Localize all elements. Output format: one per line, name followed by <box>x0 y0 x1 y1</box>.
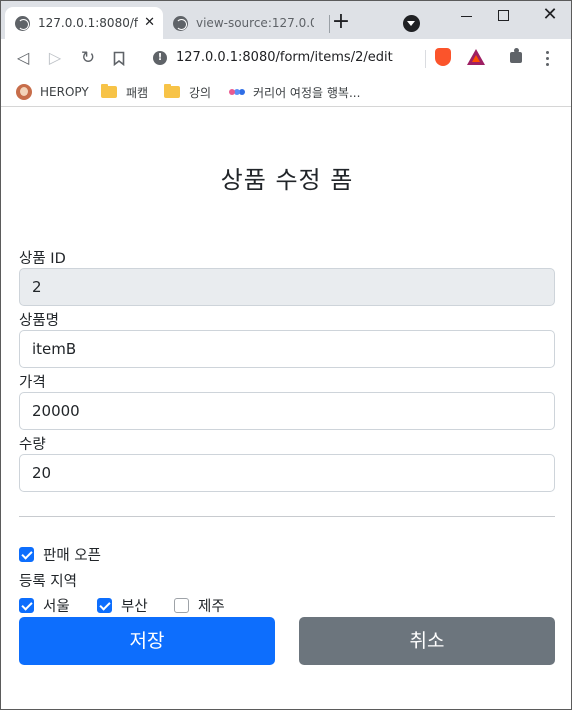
item-name-field[interactable]: itemB <box>19 330 555 368</box>
open-checkbox-label: 판매 오픈 <box>43 548 101 564</box>
tab-edit-form[interactable]: 127.0.0.1:8080/form ✕ <box>5 7 163 39</box>
toolbar-separator <box>425 50 426 68</box>
back-icon[interactable]: ◁ <box>13 48 33 68</box>
quantity-field[interactable]: 20 <box>19 454 555 492</box>
price-label: 가격 <box>19 375 46 391</box>
bookmark-folder-lecture[interactable]: 강의 <box>164 82 211 102</box>
bookmarks-bar: HEROPY 패캠 강의 커리어 여정을 행복... <box>1 77 571 107</box>
extensions-icon[interactable] <box>509 48 525 64</box>
browser-window: 127.0.0.1:8080/form ✕ view-source:127.0.… <box>0 0 572 710</box>
window-close-button[interactable]: ✕ <box>538 5 562 27</box>
price-field[interactable]: 20000 <box>19 392 555 430</box>
quantity-label: 수량 <box>19 437 46 453</box>
tab-view-source[interactable]: view-source:127.0.0.1: <box>165 7 325 39</box>
item-id-field: 2 <box>19 268 555 306</box>
globe-icon <box>173 15 188 31</box>
dots-logo-icon <box>229 88 245 96</box>
region-seoul-checkbox[interactable] <box>19 598 34 613</box>
region-jeju-label: 제주 <box>198 599 225 615</box>
item-name-label: 상품명 <box>19 313 60 329</box>
bookmark-label: 패캠 <box>126 85 149 100</box>
tab-strip: 127.0.0.1:8080/form ✕ view-source:127.0.… <box>1 1 571 39</box>
reload-icon[interactable]: ↻ <box>78 48 98 68</box>
avatar-icon <box>16 84 32 100</box>
page-title: 상품 수정 폼 <box>220 166 354 194</box>
bookmark-heropy[interactable]: HEROPY <box>16 82 89 102</box>
page-content: 상품 수정 폼 상품 ID 2 상품명 itemB 가격 20000 수량 20… <box>1 108 571 709</box>
region-busan-label: 부산 <box>121 599 148 615</box>
tab-title: view-source:127.0.0.1: <box>196 16 314 30</box>
region-busan-checkbox[interactable] <box>97 598 112 613</box>
bookmark-label: 커리어 여정을 행복... <box>253 85 361 100</box>
tab-search-icon[interactable] <box>403 15 420 32</box>
brave-shield-icon[interactable] <box>435 48 451 66</box>
new-tab-button[interactable]: + <box>331 11 351 35</box>
browser-toolbar: ◁ ▷ ↻ ! 127.0.0.1:8080/form/items/2/edit <box>1 39 571 77</box>
browser-menu-icon[interactable] <box>541 49 555 67</box>
save-button[interactable]: 저장 <box>19 617 275 665</box>
site-info-icon[interactable]: ! <box>153 51 167 65</box>
cancel-button[interactable]: 취소 <box>299 617 555 665</box>
form-divider <box>19 516 555 517</box>
maximize-button[interactable] <box>491 5 515 27</box>
globe-icon <box>15 15 30 31</box>
region-jeju[interactable]: 제주 <box>174 595 225 616</box>
region-jeju-checkbox[interactable] <box>174 598 189 613</box>
bookmark-folder-fastcampus[interactable]: 패캠 <box>101 82 148 102</box>
folder-icon <box>101 84 117 98</box>
tab-title: 127.0.0.1:8080/form <box>38 16 138 30</box>
bookmark-label: HEROPY <box>40 85 89 99</box>
bookmark-icon[interactable] <box>109 48 129 68</box>
minimize-button[interactable] <box>455 5 479 27</box>
region-seoul[interactable]: 서울 <box>19 595 70 616</box>
open-checkbox[interactable] <box>19 547 34 562</box>
bookmark-label: 강의 <box>189 85 212 100</box>
open-checkbox-row[interactable]: 판매 오픈 <box>19 544 101 565</box>
brave-rewards-icon[interactable] <box>467 49 485 65</box>
forward-icon[interactable]: ▷ <box>45 48 65 68</box>
region-busan[interactable]: 부산 <box>97 595 148 616</box>
item-id-label: 상품 ID <box>19 251 66 267</box>
url-text[interactable]: 127.0.0.1:8080/form/items/2/edit <box>176 50 393 65</box>
close-icon[interactable]: ✕ <box>144 16 155 30</box>
address-bar[interactable]: ! 127.0.0.1:8080/form/items/2/edit <box>143 44 467 72</box>
folder-icon <box>164 84 180 98</box>
region-seoul-label: 서울 <box>43 599 70 615</box>
tab-separator <box>329 15 330 33</box>
regions-label: 등록 지역 <box>19 574 77 590</box>
bookmark-career[interactable]: 커리어 여정을 행복... <box>229 82 360 102</box>
